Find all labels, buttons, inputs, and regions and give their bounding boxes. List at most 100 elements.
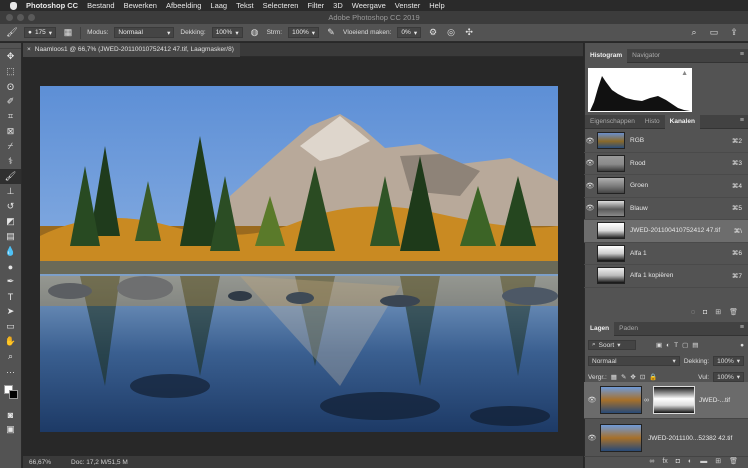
color-swatches[interactable] <box>0 383 21 407</box>
new-group-icon[interactable]: ▬ <box>700 458 707 465</box>
search-icon[interactable]: ⌕ <box>688 27 700 39</box>
history-brush-tool-icon[interactable]: ↺ <box>0 199 21 214</box>
lock-paint-icon[interactable]: ✎ <box>621 373 626 381</box>
share-icon[interactable]: ⇪ <box>728 27 740 39</box>
menu-laag[interactable]: Laag <box>210 1 227 10</box>
app-menu[interactable]: Photoshop CC <box>26 1 78 10</box>
lock-transparency-icon[interactable]: ▦ <box>611 373 617 381</box>
layer-row-background[interactable]: 👁 JWED-2011100...52382 42.tif <box>584 420 748 457</box>
trash-icon[interactable]: 🗑 <box>729 308 738 316</box>
filter-pixel-icon[interactable]: ▣ <box>656 341 662 349</box>
layer-opacity-field[interactable]: 100% ▾ <box>713 356 744 366</box>
channel-row-rgb[interactable]: 👁 RGB ⌘2 <box>584 130 748 153</box>
gradient-tool-icon[interactable]: ▤ <box>0 229 21 244</box>
tab-layers[interactable]: Lagen <box>585 322 615 336</box>
add-mask-icon[interactable]: ◘ <box>676 458 680 465</box>
apple-menu-icon[interactable] <box>10 1 17 10</box>
menu-bewerken[interactable]: Bewerken <box>124 1 157 10</box>
close-tab-icon[interactable]: × <box>27 46 31 57</box>
airbrush-icon[interactable]: ✎ <box>325 27 337 39</box>
eye-icon[interactable]: 👁 <box>584 434 600 442</box>
tab-histogram[interactable]: Histogram <box>585 49 628 63</box>
tab-channels[interactable]: Kanalen <box>664 115 700 129</box>
fill-field[interactable]: 100% ▾ <box>713 372 744 382</box>
pen-tool-icon[interactable]: ✒ <box>0 274 21 289</box>
menu-weergave[interactable]: Weergave <box>352 1 386 10</box>
type-tool-icon[interactable]: T <box>0 289 21 304</box>
brush-preset-picker[interactable]: ● 175 ▾ <box>24 27 57 38</box>
filter-smart-object-icon[interactable]: ▤ <box>692 341 698 349</box>
new-layer-icon[interactable]: ⊞ <box>715 457 721 465</box>
tab-history[interactable]: Histo <box>640 115 665 129</box>
flow-field[interactable]: 100% ▾ <box>288 27 319 38</box>
dodge-tool-icon[interactable]: ● <box>0 259 21 274</box>
warning-icon[interactable]: ▲ <box>681 70 688 77</box>
marquee-tool-icon[interactable]: ⬚ <box>0 64 21 79</box>
document-info[interactable]: Doc: 17,2 M/51,5 M <box>71 459 128 466</box>
document-tab[interactable]: × Naamloos1 @ 66,7% (JWED-20110010752412… <box>23 43 240 57</box>
link-icon[interactable]: ∞ <box>644 397 649 404</box>
quick-select-tool-icon[interactable]: ✐ <box>0 94 21 109</box>
symmetry-icon[interactable]: ✣ <box>463 27 475 39</box>
new-channel-icon[interactable]: ⊞ <box>715 308 721 316</box>
opacity-field[interactable]: 100% ▾ <box>211 27 243 38</box>
quick-mask-icon[interactable]: ◙ <box>0 407 21 422</box>
gear-icon[interactable]: ⚙ <box>427 27 439 39</box>
brush-settings-icon[interactable]: ▦ <box>62 27 74 39</box>
channel-row-alpha-1[interactable]: Alfa 1 ⌘6 <box>584 243 748 265</box>
eye-icon[interactable]: 👁 <box>584 204 596 212</box>
eye-icon[interactable]: 👁 <box>584 137 596 145</box>
layer-style-icon[interactable]: fx <box>662 458 667 465</box>
trash-icon[interactable]: 🗑 <box>729 457 738 465</box>
filter-toggle-icon[interactable]: ● <box>740 342 744 349</box>
filter-adjustment-icon[interactable]: ◐ <box>666 342 670 349</box>
menu-3d[interactable]: 3D <box>333 1 343 10</box>
menu-filter[interactable]: Filter <box>307 1 324 10</box>
document-image[interactable] <box>40 86 558 432</box>
save-selection-icon[interactable]: ◘ <box>703 309 707 316</box>
layer-filter-select[interactable]: ⌕ Soort ▾ <box>588 340 636 350</box>
pressure-opacity-icon[interactable]: ◍ <box>249 27 261 39</box>
eyedropper-tool-icon[interactable]: ⌿ <box>0 139 21 154</box>
clone-stamp-tool-icon[interactable]: ⊥ <box>0 184 21 199</box>
panel-menu-icon[interactable]: ≡ <box>735 322 748 335</box>
panel-menu-icon[interactable]: ≡ <box>735 49 748 62</box>
eraser-tool-icon[interactable]: ◩ <box>0 214 21 229</box>
blur-tool-icon[interactable]: 💧 <box>0 244 21 259</box>
brush-tool-icon[interactable]: 🖌 <box>6 27 18 39</box>
lock-all-icon[interactable]: 🔒 <box>649 373 657 381</box>
lasso-tool-icon[interactable]: ʘ <box>0 79 21 94</box>
mode-select[interactable]: Normaal ▾ <box>114 27 175 38</box>
workspace-icon[interactable]: ▭ <box>708 27 720 39</box>
brush-tool-icon[interactable]: 🖌 <box>0 169 21 184</box>
smoothing-field[interactable]: 0% ▾ <box>397 27 422 38</box>
pressure-size-icon[interactable]: ◎ <box>445 27 457 39</box>
menu-venster[interactable]: Venster <box>395 1 420 10</box>
filter-type-icon[interactable]: T <box>674 342 678 349</box>
zoom-level[interactable]: 66,67% <box>29 459 51 466</box>
link-layers-icon[interactable]: ∞ <box>649 458 654 465</box>
move-tool-icon[interactable]: ✥ <box>0 49 21 64</box>
channel-row-alpha-1-copy[interactable]: Alfa 1 kopiëren ⌘7 <box>584 265 748 288</box>
menu-help[interactable]: Help <box>429 1 444 10</box>
panel-menu-icon[interactable]: ≡ <box>735 115 748 128</box>
background-color-swatch[interactable] <box>9 390 18 399</box>
eye-icon[interactable]: 👁 <box>584 159 596 167</box>
layer-row-masked[interactable]: 👁 ∞ JWED-...tif <box>584 382 748 419</box>
eye-icon[interactable]: 👁 <box>584 396 600 404</box>
lock-position-icon[interactable]: ✥ <box>630 373 635 381</box>
menu-bestand[interactable]: Bestand <box>87 1 115 10</box>
layer-mask-thumbnail[interactable] <box>653 386 695 414</box>
menu-afbeelding[interactable]: Afbeelding <box>166 1 201 10</box>
crop-tool-icon[interactable]: ⌗ <box>0 109 21 124</box>
rectangle-tool-icon[interactable]: ▭ <box>0 319 21 334</box>
zoom-tool-icon[interactable]: ⌕ <box>0 349 21 364</box>
adjustment-layer-icon[interactable]: ◐ <box>688 458 692 465</box>
screen-mode-icon[interactable]: ▣ <box>0 422 21 437</box>
channel-row-green[interactable]: 👁 Groen ⌘4 <box>584 175 748 198</box>
tab-properties[interactable]: Eigenschappen <box>585 115 640 129</box>
load-selection-icon[interactable]: ◌ <box>691 309 695 316</box>
tab-paths[interactable]: Paden <box>614 322 643 336</box>
tab-navigator[interactable]: Navigator <box>627 49 665 63</box>
menu-selecteren[interactable]: Selecteren <box>263 1 299 10</box>
